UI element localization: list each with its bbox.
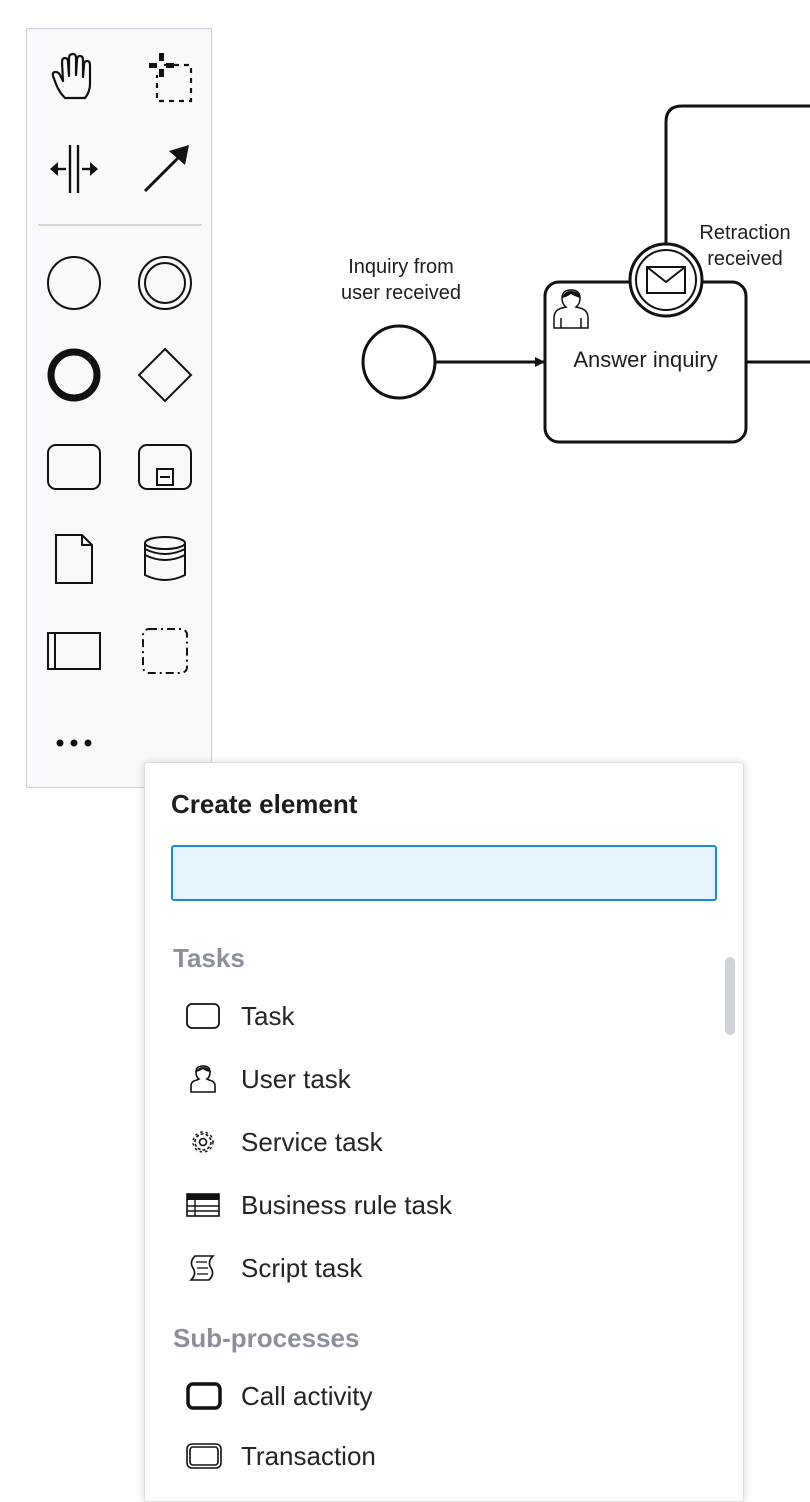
group-heading-tasks: Tasks — [173, 943, 245, 973]
space-tool[interactable] — [46, 141, 102, 197]
space-icon — [50, 145, 98, 193]
entry-business-rule-task[interactable]: Business rule task — [185, 1180, 705, 1230]
start-event-label-line2: user received — [340, 282, 462, 304]
start-event-label[interactable]: Inquiry from user received — [321, 254, 481, 306]
lasso-tool[interactable] — [137, 49, 193, 105]
start-event[interactable] — [361, 324, 437, 400]
entry-label: Business rule task — [241, 1189, 452, 1220]
task-icon — [185, 996, 225, 1036]
entry-label: Transaction — [241, 1440, 376, 1471]
palette-separator — [38, 224, 202, 226]
gateway-icon — [137, 347, 193, 403]
entry-label: Service task — [241, 1126, 383, 1157]
task-label[interactable]: Answer inquiry — [545, 347, 746, 373]
subprocess-icon — [138, 444, 192, 490]
create-task[interactable] — [46, 439, 102, 495]
global-connect-tool[interactable] — [137, 141, 193, 197]
create-pool[interactable] — [46, 623, 102, 679]
entry-label: User task — [241, 1063, 351, 1094]
arrow-icon — [143, 145, 189, 193]
create-data-store[interactable] — [137, 531, 193, 587]
table-icon — [185, 1185, 225, 1225]
entry-label: Script task — [241, 1252, 363, 1283]
create-data-object[interactable] — [46, 531, 102, 587]
data-store-icon — [144, 536, 186, 581]
entry-transaction[interactable]: Transaction — [185, 1431, 705, 1481]
boundary-event-label-line2: received — [707, 248, 783, 270]
popup-title: Create element — [171, 789, 358, 819]
call-activity-icon — [185, 1376, 225, 1416]
lasso-icon — [149, 53, 193, 103]
data-object-icon — [55, 534, 93, 584]
group-icon — [142, 628, 188, 674]
entry-task[interactable]: Task — [185, 991, 705, 1041]
entry-script-task[interactable]: Script task — [185, 1243, 705, 1293]
hand-icon — [51, 52, 92, 100]
start-event-icon — [47, 256, 101, 310]
task-icon — [47, 444, 101, 490]
create-intermediate-event[interactable] — [137, 255, 193, 311]
more-tools[interactable] — [46, 715, 102, 771]
create-subprocess[interactable] — [137, 439, 193, 495]
hand-tool[interactable] — [46, 49, 102, 105]
search-input[interactable] — [171, 845, 717, 901]
popup-scrollbar[interactable] — [725, 957, 735, 1035]
ellipsis-icon — [56, 739, 92, 747]
entry-call-activity[interactable]: Call activity — [185, 1371, 705, 1421]
create-end-event[interactable] — [46, 347, 102, 403]
end-event-icon — [47, 348, 101, 402]
user-icon — [185, 1059, 225, 1099]
group-heading-sub-processes: Sub-processes — [173, 1323, 360, 1353]
entry-service-task[interactable]: Service task — [185, 1117, 705, 1167]
palette — [26, 28, 212, 788]
boundary-event-label[interactable]: Retraction received — [680, 220, 810, 272]
intermediate-event-icon — [138, 256, 192, 310]
entry-label: Call activity — [241, 1380, 373, 1411]
gear-icon — [185, 1122, 225, 1162]
entry-label: Task — [241, 1000, 295, 1031]
create-element-popup: Create element Tasks Task User task Serv… — [144, 762, 744, 1502]
boundary-event-label-line1: Retraction — [699, 222, 791, 244]
transaction-icon — [185, 1436, 225, 1476]
create-gateway[interactable] — [137, 347, 193, 403]
script-icon — [185, 1248, 225, 1288]
create-start-event[interactable] — [46, 255, 102, 311]
pool-icon — [47, 632, 101, 670]
entry-user-task[interactable]: User task — [185, 1054, 705, 1104]
create-group[interactable] — [137, 623, 193, 679]
start-event-label-line1: Inquiry from — [348, 256, 454, 278]
